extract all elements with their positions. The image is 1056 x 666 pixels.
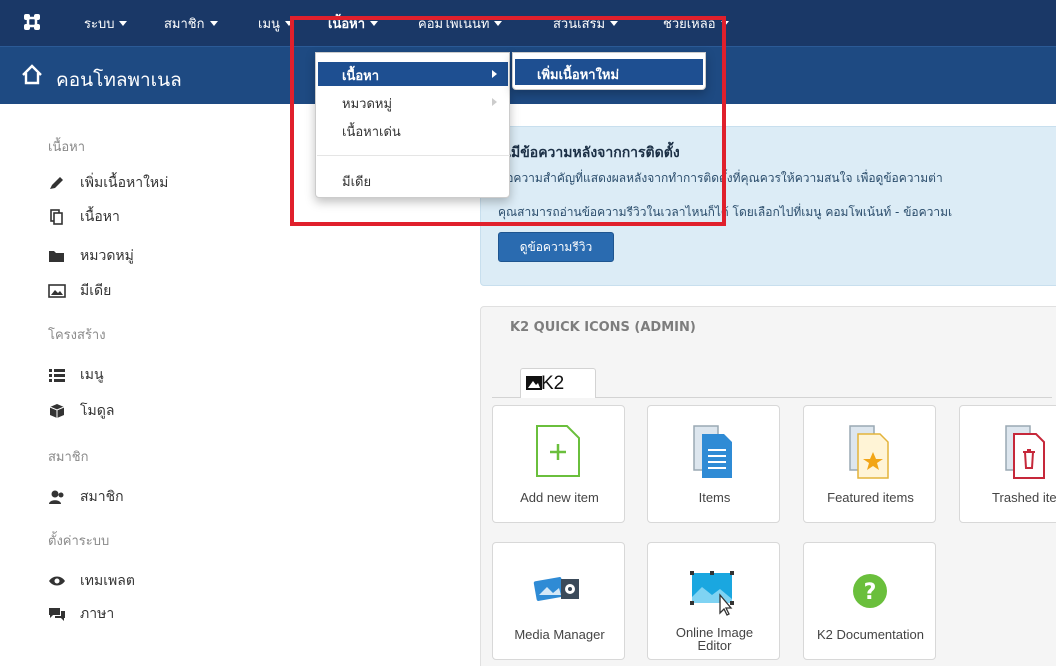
k2-trashed-items[interactable]: Trashed iter (959, 405, 1056, 523)
k2-documentation[interactable]: ? K2 Documentation (803, 542, 936, 660)
k2-items[interactable]: Items (647, 405, 780, 523)
sidebar-item-articles[interactable]: เนื้อหา (48, 206, 120, 228)
annotation-highlight-box (290, 16, 726, 226)
comments-icon (49, 608, 65, 621)
copy-icon (50, 209, 63, 225)
k2-icon-label: Featured items (827, 490, 914, 505)
nav-menus-label: เมนู (258, 17, 280, 32)
media-manager-icon (533, 577, 579, 601)
k2-featured-items[interactable]: Featured items (803, 405, 936, 523)
pencil-icon (50, 177, 63, 189)
k2-panel-title: K2 QUICK ICONS (ADMIN) (510, 320, 696, 335)
sidebar-item-label: เทมเพลต (80, 573, 135, 589)
items-icon (693, 425, 732, 478)
sidebar-item-categories[interactable]: หมวดหมู่ (48, 245, 134, 267)
sidebar-item-templates[interactable]: เทมเพลต (48, 570, 135, 592)
nav-system-label: ระบบ (84, 17, 115, 32)
nav-users-label: สมาชิก (164, 17, 205, 32)
sidebar-item-label: มีเดีย (80, 283, 112, 299)
sidebar-item-label: เนื้อหา (80, 209, 120, 225)
sidebar-item-users[interactable]: สมาชิก (48, 486, 124, 508)
add-item-icon (536, 425, 580, 477)
sidebar-heading-configuration: ตั้งค่าระบบ (48, 534, 110, 549)
sidebar-item-label: ภาษา (80, 606, 115, 622)
k2-icon-label: Editor (697, 638, 732, 653)
sidebar-item-modules[interactable]: โมดูล (48, 400, 114, 422)
sidebar-item-media[interactable]: มีเดีย (48, 280, 111, 302)
k2-online-image-editor[interactable]: Online Image Editor (647, 542, 780, 660)
chevron-down-icon (209, 21, 218, 26)
eye-icon (49, 576, 65, 586)
k2-icon-label: Trashed iter (992, 490, 1056, 505)
home-icon (22, 64, 42, 85)
k2-add-new-item[interactable]: Add new item (492, 405, 625, 523)
image-icon (48, 284, 66, 298)
sidebar-item-label: สมาชิก (80, 489, 124, 505)
sidebar-item-add-content[interactable]: เพิ่มเนื้อหาใหม่ (48, 172, 168, 194)
trashed-items-icon (1005, 425, 1045, 479)
list-icon (49, 369, 65, 382)
sidebar-heading-users: สมาชิก (48, 450, 89, 465)
k2-logo-icon (526, 376, 542, 390)
cube-icon (49, 404, 65, 418)
sidebar-heading-structure: โครงสร้าง (48, 328, 106, 343)
sidebar-item-label: เพิ่มเนื้อหาใหม่ (80, 175, 169, 191)
nav-users[interactable]: สมาชิก (164, 13, 218, 34)
read-messages-button[interactable]: ดูข้อความรีวิว (498, 232, 614, 262)
sidebar-item-languages[interactable]: ภาษา (48, 603, 114, 625)
folder-icon (49, 251, 64, 262)
page-title: คอนโทลพาเนล (56, 69, 182, 91)
sidebar-item-menus[interactable]: เมนู (48, 364, 104, 386)
k2-media-manager[interactable]: Media Manager (492, 542, 625, 660)
help-icon: ? (853, 574, 887, 608)
sidebar-item-label: เมนู (80, 367, 104, 383)
user-icon (49, 490, 64, 504)
k2-tab-label: K2 (541, 373, 565, 394)
k2-icon-label: Add new item (520, 490, 599, 505)
nav-menus[interactable]: เมนู (258, 13, 293, 34)
featured-items-icon (849, 425, 889, 479)
image-editor-icon (690, 571, 734, 616)
sidebar-item-label: หมวดหมู่ (80, 248, 134, 264)
sidebar-heading-content: เนื้อหา (48, 140, 86, 155)
chevron-down-icon (119, 21, 128, 26)
k2-icon-label: K2 Documentation (817, 627, 924, 642)
nav-system[interactable]: ระบบ (84, 13, 128, 34)
k2-icon-label: Items (698, 490, 731, 505)
joomla-logo-icon[interactable] (22, 12, 42, 32)
svg-text:?: ? (864, 580, 877, 605)
k2-icon-label: Media Manager (514, 627, 605, 642)
sidebar-item-label: โมดูล (80, 403, 115, 419)
